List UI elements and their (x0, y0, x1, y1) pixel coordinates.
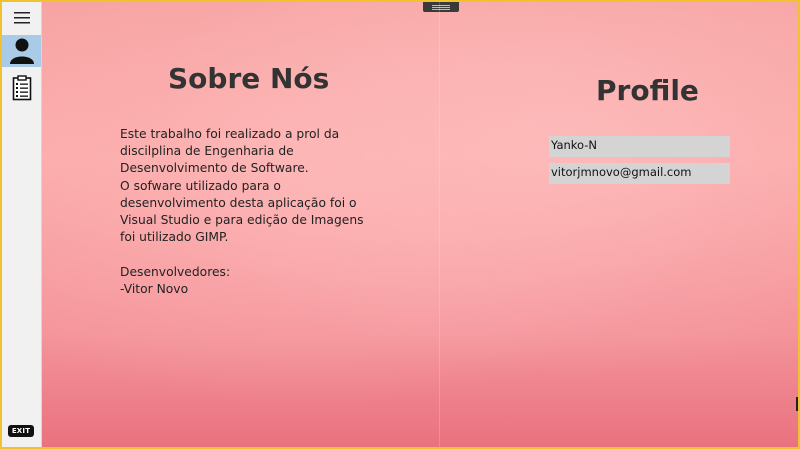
about-description: Este trabalho foi realizado a prol da di… (120, 127, 364, 296)
section-divider (439, 2, 440, 447)
app-window: EXIT Sobre Nós Este trabalho foi realiza… (0, 0, 800, 449)
document-list-icon (12, 75, 31, 101)
document-nav-button[interactable] (2, 72, 41, 104)
main-content: Sobre Nós Este trabalho foi realizado a … (42, 2, 798, 447)
hamburger-icon (13, 12, 30, 24)
email-field[interactable]: vitorjmnovo@gmail.com (549, 163, 730, 184)
user-icon (9, 38, 34, 64)
about-title: Sobre Nós (168, 62, 330, 95)
sidebar: EXIT (2, 2, 42, 447)
username-field[interactable]: Yanko-N (549, 136, 730, 157)
exit-button[interactable]: EXIT (8, 425, 34, 437)
scroll-edge (796, 397, 798, 411)
profile-title: Profile (596, 74, 699, 107)
menu-button[interactable] (2, 2, 41, 34)
window-drag-handle[interactable] (423, 2, 459, 12)
profile-nav-button[interactable] (2, 35, 41, 67)
